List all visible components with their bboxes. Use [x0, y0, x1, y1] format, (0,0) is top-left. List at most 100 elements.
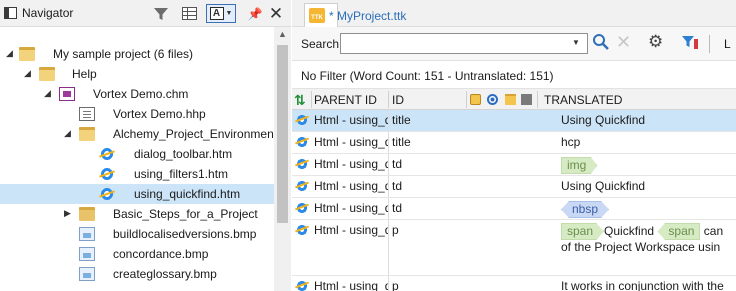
id-cell: p [392, 279, 399, 291]
parent-id-cell: Html - using_quickfind [314, 113, 388, 127]
tree-item-hhp[interactable]: Vortex Demo.hhp [0, 104, 274, 124]
tree-item-help[interactable]: ◢ Help [0, 64, 274, 84]
gear-icon[interactable]: ⚙ [648, 32, 663, 52]
parent-id-cell: Html - using_quickfind [314, 157, 388, 171]
page-icon[interactable] [521, 94, 532, 105]
hhp-file-icon [79, 107, 95, 121]
filter-status: No Filter (Word Count: 151 - Untranslate… [301, 69, 554, 83]
html-string-icon [295, 113, 309, 127]
html-file-icon [99, 167, 115, 181]
tree-item-folder-basic[interactable]: ▶ Basic_Steps_for_a_Project [0, 204, 274, 224]
filter-icon[interactable] [152, 4, 170, 23]
table-row[interactable]: Html - using_quickfind p spanQuickfind s… [292, 220, 736, 276]
window-icon [4, 7, 17, 19]
table-row[interactable]: Html - using_quickfind td img [292, 154, 736, 176]
expand-arrow-icon[interactable]: ◢ [6, 48, 13, 59]
tree-item-bmp[interactable]: buildlocalisedversions.bmp [0, 224, 274, 244]
search-toolbar: Search ▼ ✕ ⚙ L [292, 27, 736, 61]
id-cell: title [392, 135, 411, 149]
sync-icon[interactable]: ⇅ [294, 92, 306, 109]
scroll-up-icon[interactable]: ▲ [278, 29, 287, 39]
tree-item-htm[interactable]: using_filters1.htm [0, 164, 274, 184]
column-separator [388, 91, 389, 108]
id-cell: td [392, 157, 403, 171]
close-icon[interactable]: ✕ [268, 4, 284, 23]
tree-item-label: My sample project (6 files) [53, 47, 194, 61]
translated-cell: Using Quickfind [561, 113, 646, 127]
expand-arrow-icon[interactable]: ◢ [24, 68, 31, 79]
table-row[interactable]: Html - using_quickfind td Using Quickfin… [292, 176, 736, 198]
table-row[interactable]: Html - using_quickfind td nbsp [292, 198, 736, 220]
column-filter-icon[interactable] [680, 33, 700, 53]
inline-tag-close: span [657, 223, 701, 240]
toolbar-separator [709, 35, 710, 53]
column-separator [311, 91, 312, 108]
parent-id-cell: Html - using_quickfind [314, 201, 388, 215]
column-separator [388, 176, 389, 197]
id-cell: td [392, 201, 403, 215]
tree-item-folder-env[interactable]: ◢ Alchemy_Project_Environment [0, 124, 274, 144]
folder-open-icon [39, 67, 55, 81]
tree-item-chm[interactable]: ◢ Vortex Demo.chm [0, 84, 274, 104]
grid-view-icon[interactable] [180, 4, 198, 23]
table-row[interactable]: Html - using_quickfind p It works in con… [292, 276, 736, 291]
tab-myproject[interactable]: TTK * MyProject.ttk [304, 3, 406, 27]
bmp-file-icon [79, 267, 95, 281]
tab-bar: TTK * MyProject.ttk [292, 0, 736, 27]
chm-file-icon [59, 87, 75, 101]
navigator-title: Navigator [22, 6, 74, 20]
column-separator [388, 132, 389, 153]
view-mode-button[interactable]: A ▼ [206, 4, 236, 23]
clear-icon[interactable]: ✕ [616, 32, 631, 53]
tree-item-bmp[interactable]: concordance.bmp [0, 244, 274, 264]
id-cell: title [392, 113, 411, 127]
expand-arrow-icon[interactable]: ◢ [64, 128, 71, 139]
html-string-icon [295, 223, 309, 237]
column-separator [388, 110, 389, 131]
toolbar-overflow-label[interactable]: L [724, 37, 731, 51]
scrollbar-thumb[interactable] [277, 45, 288, 223]
column-header-parent-id[interactable]: PARENT ID [314, 93, 377, 107]
chevron-down-icon[interactable]: ▼ [572, 38, 580, 47]
column-separator [466, 91, 467, 108]
folder-icon [79, 207, 95, 221]
tree-item-htm-selected[interactable]: using_quickfind.htm [0, 184, 274, 204]
search-icon[interactable] [592, 33, 612, 53]
parent-id-cell: Html - using_quickfind [314, 179, 388, 193]
html-string-icon [295, 201, 309, 215]
lock-icon[interactable] [470, 94, 481, 105]
navigator-header: Navigator A ▼ 📌 ✕ [0, 0, 291, 27]
tree-item-label: Vortex Demo.hhp [113, 107, 206, 121]
expand-arrow-icon[interactable]: ◢ [44, 88, 51, 99]
search-input[interactable] [340, 33, 588, 54]
translated-text: can [703, 224, 724, 238]
table-row[interactable]: Html - using_quickfind title Using Quick… [292, 110, 736, 132]
html-string-icon [295, 279, 309, 291]
search-label: Search [301, 37, 340, 51]
bmp-file-icon [79, 247, 95, 261]
navigator-scrollbar[interactable]: ▲ [274, 27, 291, 291]
html-file-icon [99, 147, 115, 161]
translated-cell: nbsp [561, 201, 609, 218]
column-header-translated[interactable]: TRANSLATED [544, 93, 622, 107]
tree-item-project[interactable]: ◢ My sample project (6 files) [0, 44, 274, 64]
id-cell: td [392, 179, 403, 193]
html-file-icon [99, 187, 115, 201]
translated-text: Quickfind [604, 224, 655, 238]
inline-tag-open: span [561, 223, 605, 240]
column-header-id[interactable]: ID [392, 93, 404, 107]
collapse-arrow-icon[interactable]: ▶ [64, 208, 71, 219]
translation-grid: Html - using_quickfind title Using Quick… [292, 110, 736, 291]
tree-item-label: Vortex Demo.chm [93, 87, 189, 101]
tree-item-htm[interactable]: dialog_toolbar.htm [0, 144, 274, 164]
id-cell: p [392, 223, 399, 237]
table-row[interactable]: Html - using_quickfind title hcp [292, 132, 736, 154]
inline-tag: nbsp [561, 201, 609, 218]
grid-header: ⇅ PARENT ID ID TRANSLATED [292, 88, 736, 110]
pin-icon[interactable]: 📌 [248, 4, 263, 23]
folder-icon[interactable] [505, 94, 516, 105]
tree-item-bmp[interactable]: createglossary.bmp [0, 264, 274, 284]
translated-cell: img [561, 157, 598, 174]
ttk-file-icon: TTK [309, 8, 325, 23]
eye-icon[interactable] [487, 94, 498, 105]
